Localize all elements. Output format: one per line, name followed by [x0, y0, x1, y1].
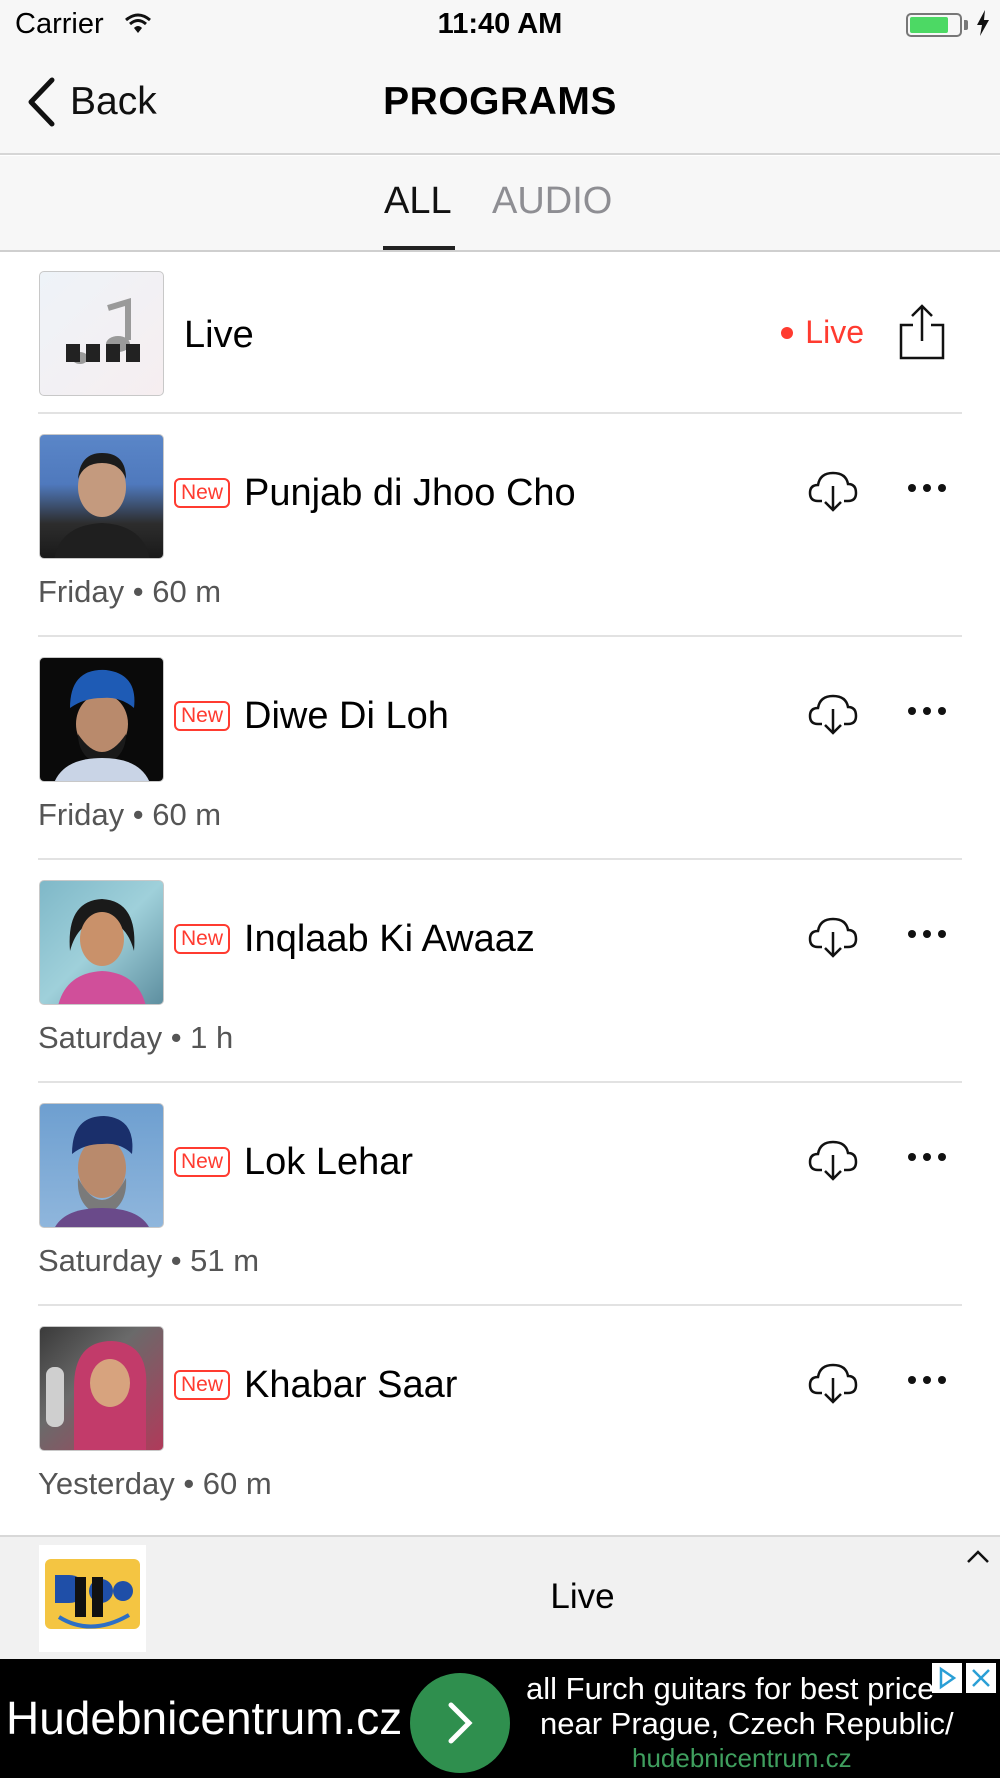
cloud-download-icon[interactable] — [808, 1137, 858, 1181]
more-options-icon[interactable] — [908, 707, 946, 715]
live-dot-icon — [781, 326, 794, 339]
live-thumbnail — [39, 271, 164, 396]
ad-open-button[interactable] — [410, 1673, 510, 1773]
program-title: Punjab di Jhoo Cho — [244, 472, 576, 514]
host-photo — [54, 453, 150, 558]
chevron-right-icon — [448, 1702, 473, 1744]
program-title: Lok Lehar — [244, 1141, 414, 1183]
chevron-up-icon[interactable] — [966, 1549, 990, 1565]
program-title: Khabar Saar — [244, 1364, 458, 1406]
program-thumbnail — [39, 1103, 164, 1228]
charging-bolt-icon — [977, 10, 989, 36]
navigation-bar: Back PROGRAMS — [0, 50, 1000, 155]
program-title: Diwe Di Loh — [244, 695, 449, 737]
host-photo — [58, 899, 146, 1004]
ad-close-icon[interactable] — [966, 1663, 996, 1693]
more-options-icon[interactable] — [908, 1376, 946, 1384]
program-schedule: Yesterday • 60 m — [38, 1466, 272, 1501]
new-badge: New — [174, 478, 231, 508]
page-title: PROGRAMS — [383, 80, 617, 123]
live-status: Live — [781, 314, 864, 351]
more-options-icon[interactable] — [908, 1153, 946, 1161]
status-bar: Carrier 11:40 AM — [0, 0, 1000, 50]
new-badge: New — [174, 701, 231, 731]
tab-selected-indicator — [383, 246, 455, 250]
cloud-download-icon[interactable] — [808, 691, 858, 735]
program-row[interactable]: New Lok Lehar Saturday • 51 m — [38, 1083, 962, 1306]
new-badge: New — [174, 924, 231, 954]
program-schedule: Saturday • 51 m — [38, 1243, 260, 1278]
share-icon[interactable] — [898, 303, 946, 361]
battery-tip — [964, 20, 968, 30]
cloud-download-icon[interactable] — [808, 1360, 858, 1404]
program-thumbnail — [39, 1326, 164, 1451]
program-row[interactable]: New Punjab di Jhoo Cho Friday • 60 m — [38, 414, 962, 637]
player-title: Live — [550, 1577, 615, 1616]
mini-player[interactable]: Live — [0, 1535, 1000, 1659]
program-row[interactable]: New Diwe Di Loh Friday • 60 m — [38, 637, 962, 860]
more-options-icon[interactable] — [908, 930, 946, 938]
program-schedule: Friday • 60 m — [38, 574, 222, 609]
ad-subline: near Prague, Czech Republic/ — [540, 1706, 954, 1741]
tab-audio[interactable]: AUDIO — [492, 180, 612, 223]
ad-choices-icon[interactable] — [932, 1663, 962, 1693]
host-photo — [46, 1341, 147, 1450]
live-status-label: Live — [805, 314, 864, 350]
program-schedule: Friday • 60 m — [38, 797, 222, 832]
program-title: Inqlaab Ki Awaaz — [244, 918, 535, 960]
program-schedule: Saturday • 1 h — [38, 1020, 234, 1055]
music-note-icon — [66, 297, 140, 364]
program-row[interactable]: New Inqlaab Ki Awaaz Saturday • 1 h — [38, 860, 962, 1083]
ad-site-name: Hudebnicentrum.cz — [6, 1692, 403, 1744]
more-options-icon[interactable] — [908, 484, 946, 492]
host-photo — [54, 669, 150, 781]
clock: 11:40 AM — [437, 8, 563, 40]
tab-bar: ALL AUDIO — [0, 156, 1000, 252]
ad-banner[interactable]: Hudebnicentrum.cz all Furch guitars for … — [0, 1659, 1000, 1778]
ad-domain: hudebnicentrum.cz — [632, 1743, 852, 1773]
program-thumbnail — [39, 880, 164, 1005]
tab-all[interactable]: ALL — [384, 180, 452, 223]
program-row[interactable]: New Khabar Saar Yesterday • 60 m — [38, 1306, 962, 1535]
ad-headline: all Furch guitars for best price — [526, 1671, 935, 1706]
new-badge: New — [174, 1370, 231, 1400]
cloud-download-icon[interactable] — [808, 914, 858, 958]
program-thumbnail — [39, 657, 164, 782]
new-badge: New — [174, 1147, 231, 1177]
host-photo — [55, 1116, 149, 1227]
battery-icon — [906, 13, 962, 37]
cloud-download-icon[interactable] — [808, 468, 858, 512]
live-title: Live — [184, 314, 254, 356]
program-thumbnail — [39, 434, 164, 559]
live-stream-row[interactable]: Live Live — [38, 252, 962, 414]
